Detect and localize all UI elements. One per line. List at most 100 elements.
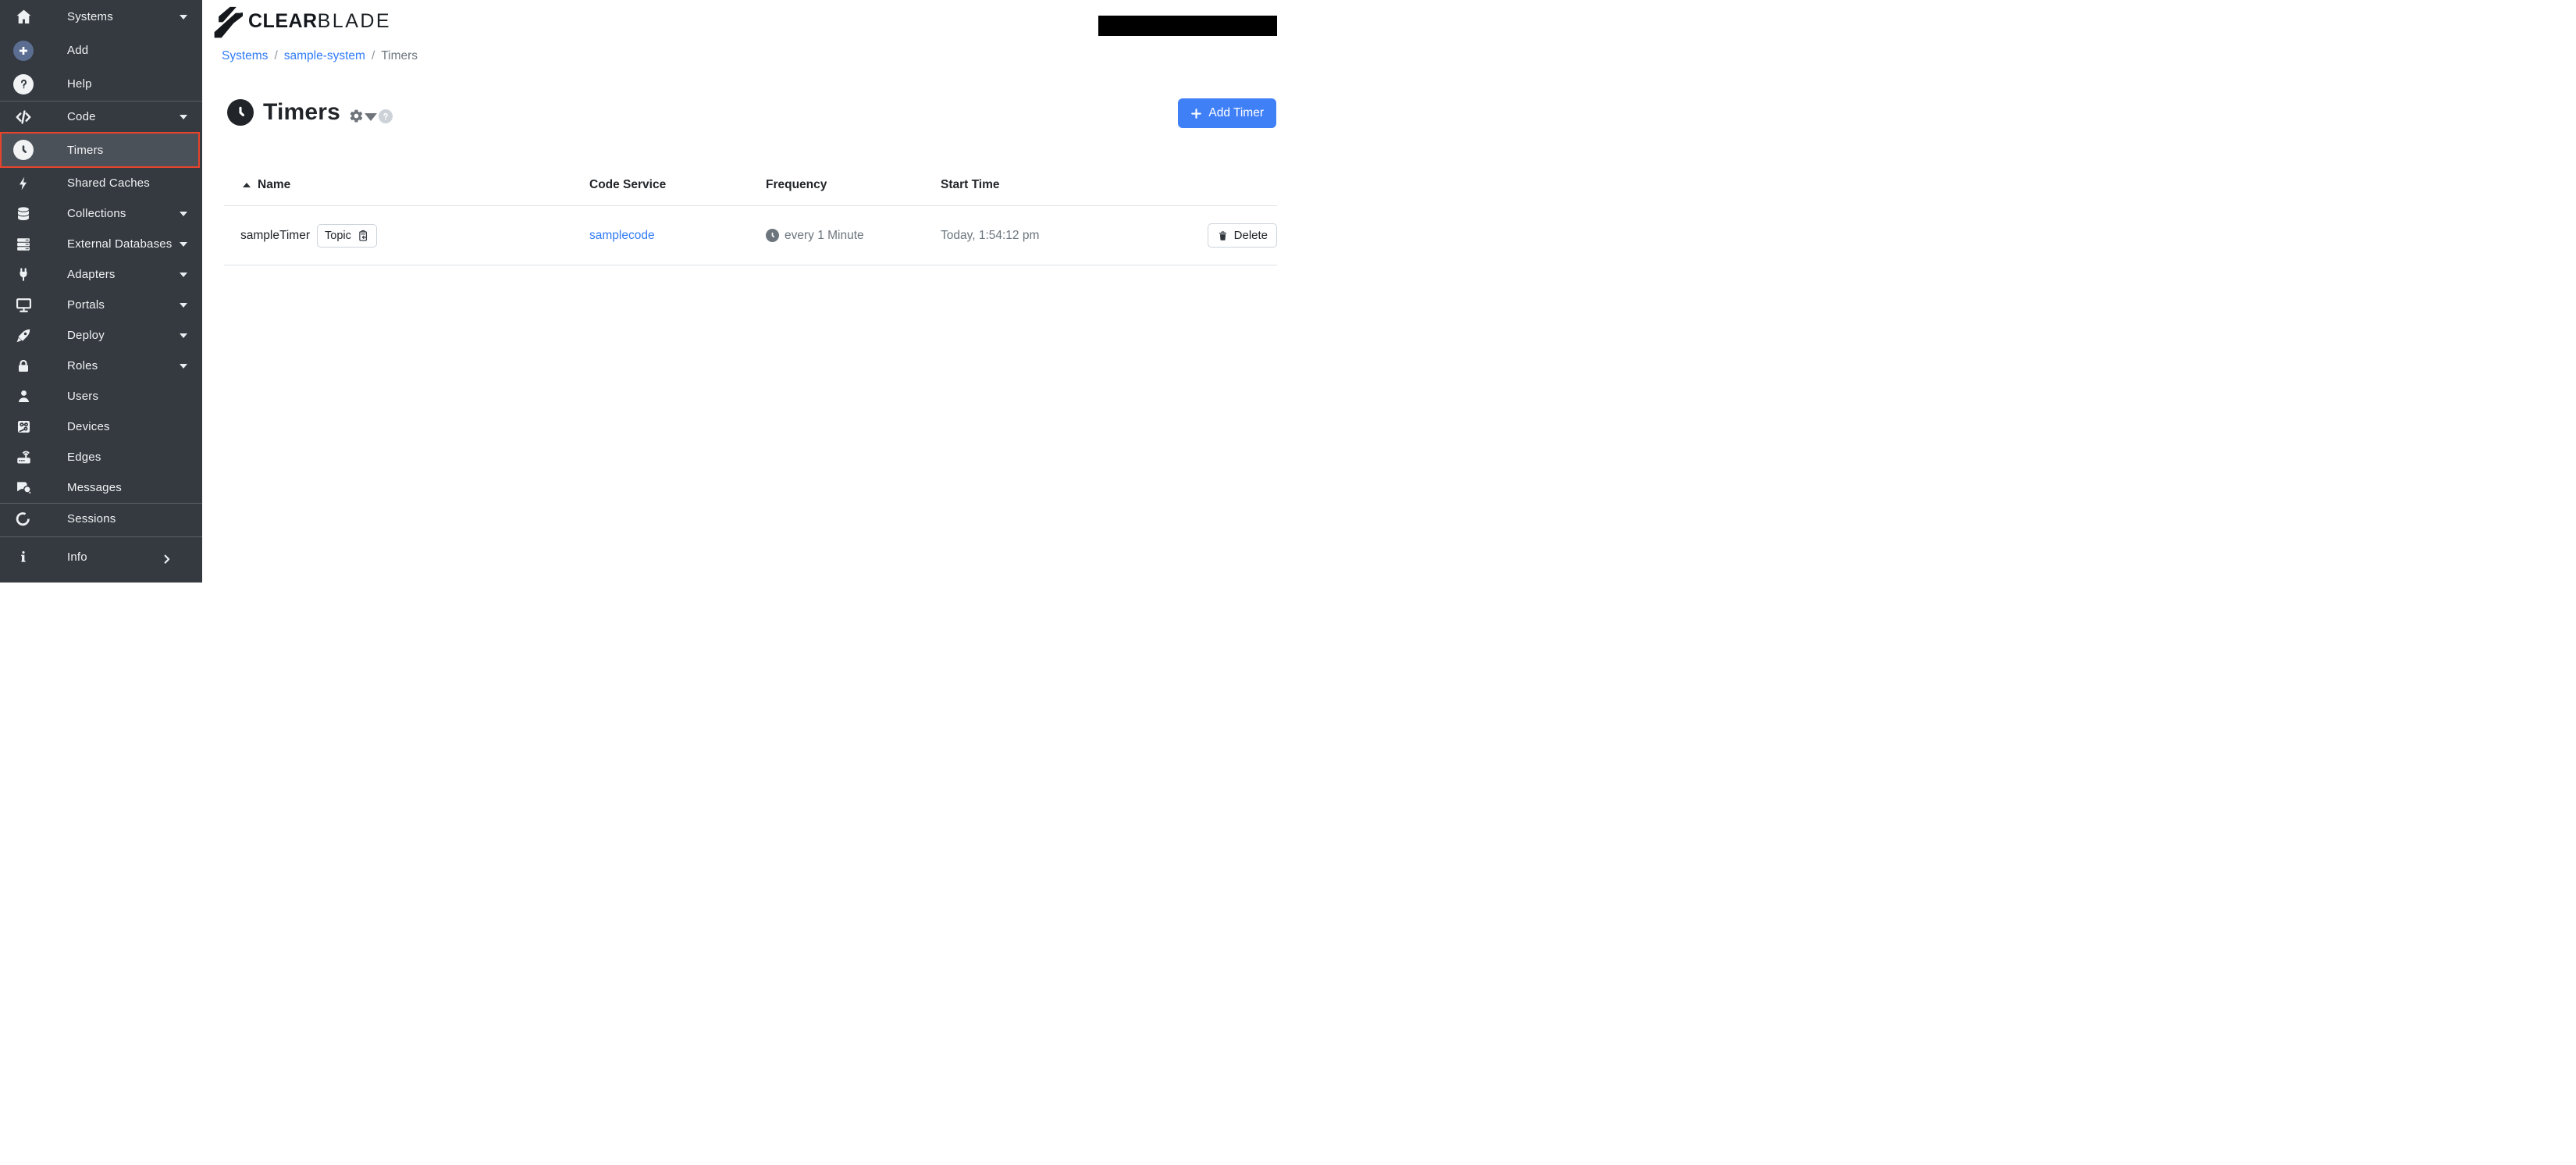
sidebar-item-label: Help [67,77,92,91]
table-header-row: Name Code Service Frequency Start Time [224,162,1277,206]
sidebar-item-label: Deploy [67,329,105,342]
sidebar-item-shared-caches[interactable]: Shared Caches [0,168,202,198]
home-icon [12,8,34,26]
sidebar-item-label: Add [67,44,89,57]
column-header-frequency[interactable]: Frequency [766,178,941,192]
sidebar-item-edges[interactable]: Edges [0,442,202,472]
sidebar-item-label: Adapters [67,268,116,281]
breadcrumb: Systems / sample-system / Timers [222,49,418,63]
help-icon[interactable] [379,109,393,123]
plug-icon [12,266,34,283]
start-time-cell: Today, 1:54:12 pm [941,228,1040,242]
sidebar-item-timers[interactable]: Timers [0,132,200,168]
topic-button[interactable]: Topic [317,223,377,248]
delete-button[interactable]: Delete [1207,223,1277,248]
brand-name-bold: CLEAR [248,10,318,32]
sidebar-item-label: Collections [67,207,126,220]
code-service-cell: samplecode [589,229,766,243]
sidebar-item-label: External Databases [67,237,173,251]
sidebar-item-info[interactable]: Info [0,537,202,582]
gear-icon [350,109,363,122]
sidebar-item-label: Sessions [67,512,116,525]
column-header-actions [1191,178,1277,192]
rocket-icon [12,327,34,344]
delete-button-label: Delete [1233,229,1268,242]
caret-down-icon [180,14,187,20]
sidebar-item-devices[interactable]: Devices [0,411,202,442]
caret-down-icon [180,114,187,119]
column-header-code-service[interactable]: Code Service [589,178,766,192]
main-content: CLEAR BLADE Systems / sample-system / Tim… [202,0,1288,582]
clock-icon [12,140,34,160]
sidebar-item-systems[interactable]: Systems [0,0,202,34]
add-timer-button[interactable]: Add Timer [1178,98,1276,128]
sidebar-item-help[interactable]: Help [0,67,202,101]
trash-icon [1219,230,1226,240]
caret-down-icon [180,333,187,338]
chevron-right-icon [161,554,173,565]
breadcrumb-link-sample-system[interactable]: sample-system [284,49,365,63]
sidebar-item-adapters[interactable]: Adapters [0,259,202,290]
sidebar-item-label: Edges [67,451,101,464]
clearblade-logo[interactable]: CLEAR BLADE [212,4,391,39]
timers-table: Name Code Service Frequency Start Time s… [224,162,1277,265]
caret-down-icon [180,363,187,369]
sidebar-item-label: Users [67,390,99,403]
sidebar-item-label: Messages [67,481,122,494]
clock-icon [766,229,779,242]
sidebar: Systems Add Help Code Timers Shared Cach… [0,0,202,582]
settings-menu-button[interactable] [349,109,378,123]
breadcrumb-current: Timers [381,49,418,62]
plus-circle-icon [12,40,34,61]
sidebar-item-portals[interactable]: Portals [0,290,202,320]
table-row: sampleTimer Topic samplecode every 1 Min… [224,206,1277,265]
actions-cell: Delete [1191,223,1277,248]
timer-name: sampleTimer [240,228,310,242]
clipboard-copy-icon [359,230,367,241]
frequency-text: every 1 Minute [785,228,864,242]
breadcrumb-link-systems[interactable]: Systems [222,49,268,63]
chat-bubbles-icon [12,479,34,497]
sidebar-item-external-databases[interactable]: External Databases [0,229,202,259]
server-rack-icon [12,236,34,253]
sidebar-item-users[interactable]: Users [0,381,202,411]
caret-down-icon [180,272,187,277]
question-circle-icon [12,73,34,94]
redacted-account-info [1098,16,1277,36]
timer-name-cell: sampleTimer Topic [224,223,589,248]
add-timer-button-label: Add Timer [1208,106,1264,119]
sidebar-item-label: Portals [67,298,105,312]
code-service-link[interactable]: samplecode [589,229,655,242]
sidebar-item-label: Info [67,550,87,564]
sidebar-item-label: Shared Caches [67,176,150,190]
database-icon [12,205,34,223]
sidebar-item-add[interactable]: Add [0,34,202,67]
sidebar-item-messages[interactable]: Messages [0,472,202,503]
caret-down-icon [180,211,187,216]
page-title: Timers [263,99,341,125]
sidebar-item-deploy[interactable]: Deploy [0,320,202,351]
code-icon [12,108,34,126]
sidebar-item-collections[interactable]: Collections [0,198,202,229]
sidebar-item-code[interactable]: Code [0,102,202,132]
lock-icon [12,358,34,375]
refresh-circle-icon [12,511,34,528]
sidebar-item-roles[interactable]: Roles [0,351,202,381]
caret-down-icon [180,302,187,308]
monitor-icon [12,296,34,314]
sidebar-item-label: Devices [67,420,110,433]
column-header-start-time[interactable]: Start Time [941,178,1191,192]
sidebar-item-sessions[interactable]: Sessions [0,504,202,534]
frequency-cell: every 1 Minute [766,229,941,243]
lightning-icon [12,175,34,192]
timers-clock-icon [227,99,254,126]
page-title-row: Timers [227,99,393,126]
column-header-name[interactable]: Name [224,178,589,192]
column-header-label: Name [258,178,291,191]
breadcrumb-separator: / [274,49,278,62]
breadcrumb-separator: / [371,49,375,62]
brand-name-light: BLADE [317,10,392,32]
sort-ascending-icon[interactable] [243,183,251,187]
sidebar-item-label: Roles [67,359,98,372]
sidebar-item-label: Code [67,110,96,123]
